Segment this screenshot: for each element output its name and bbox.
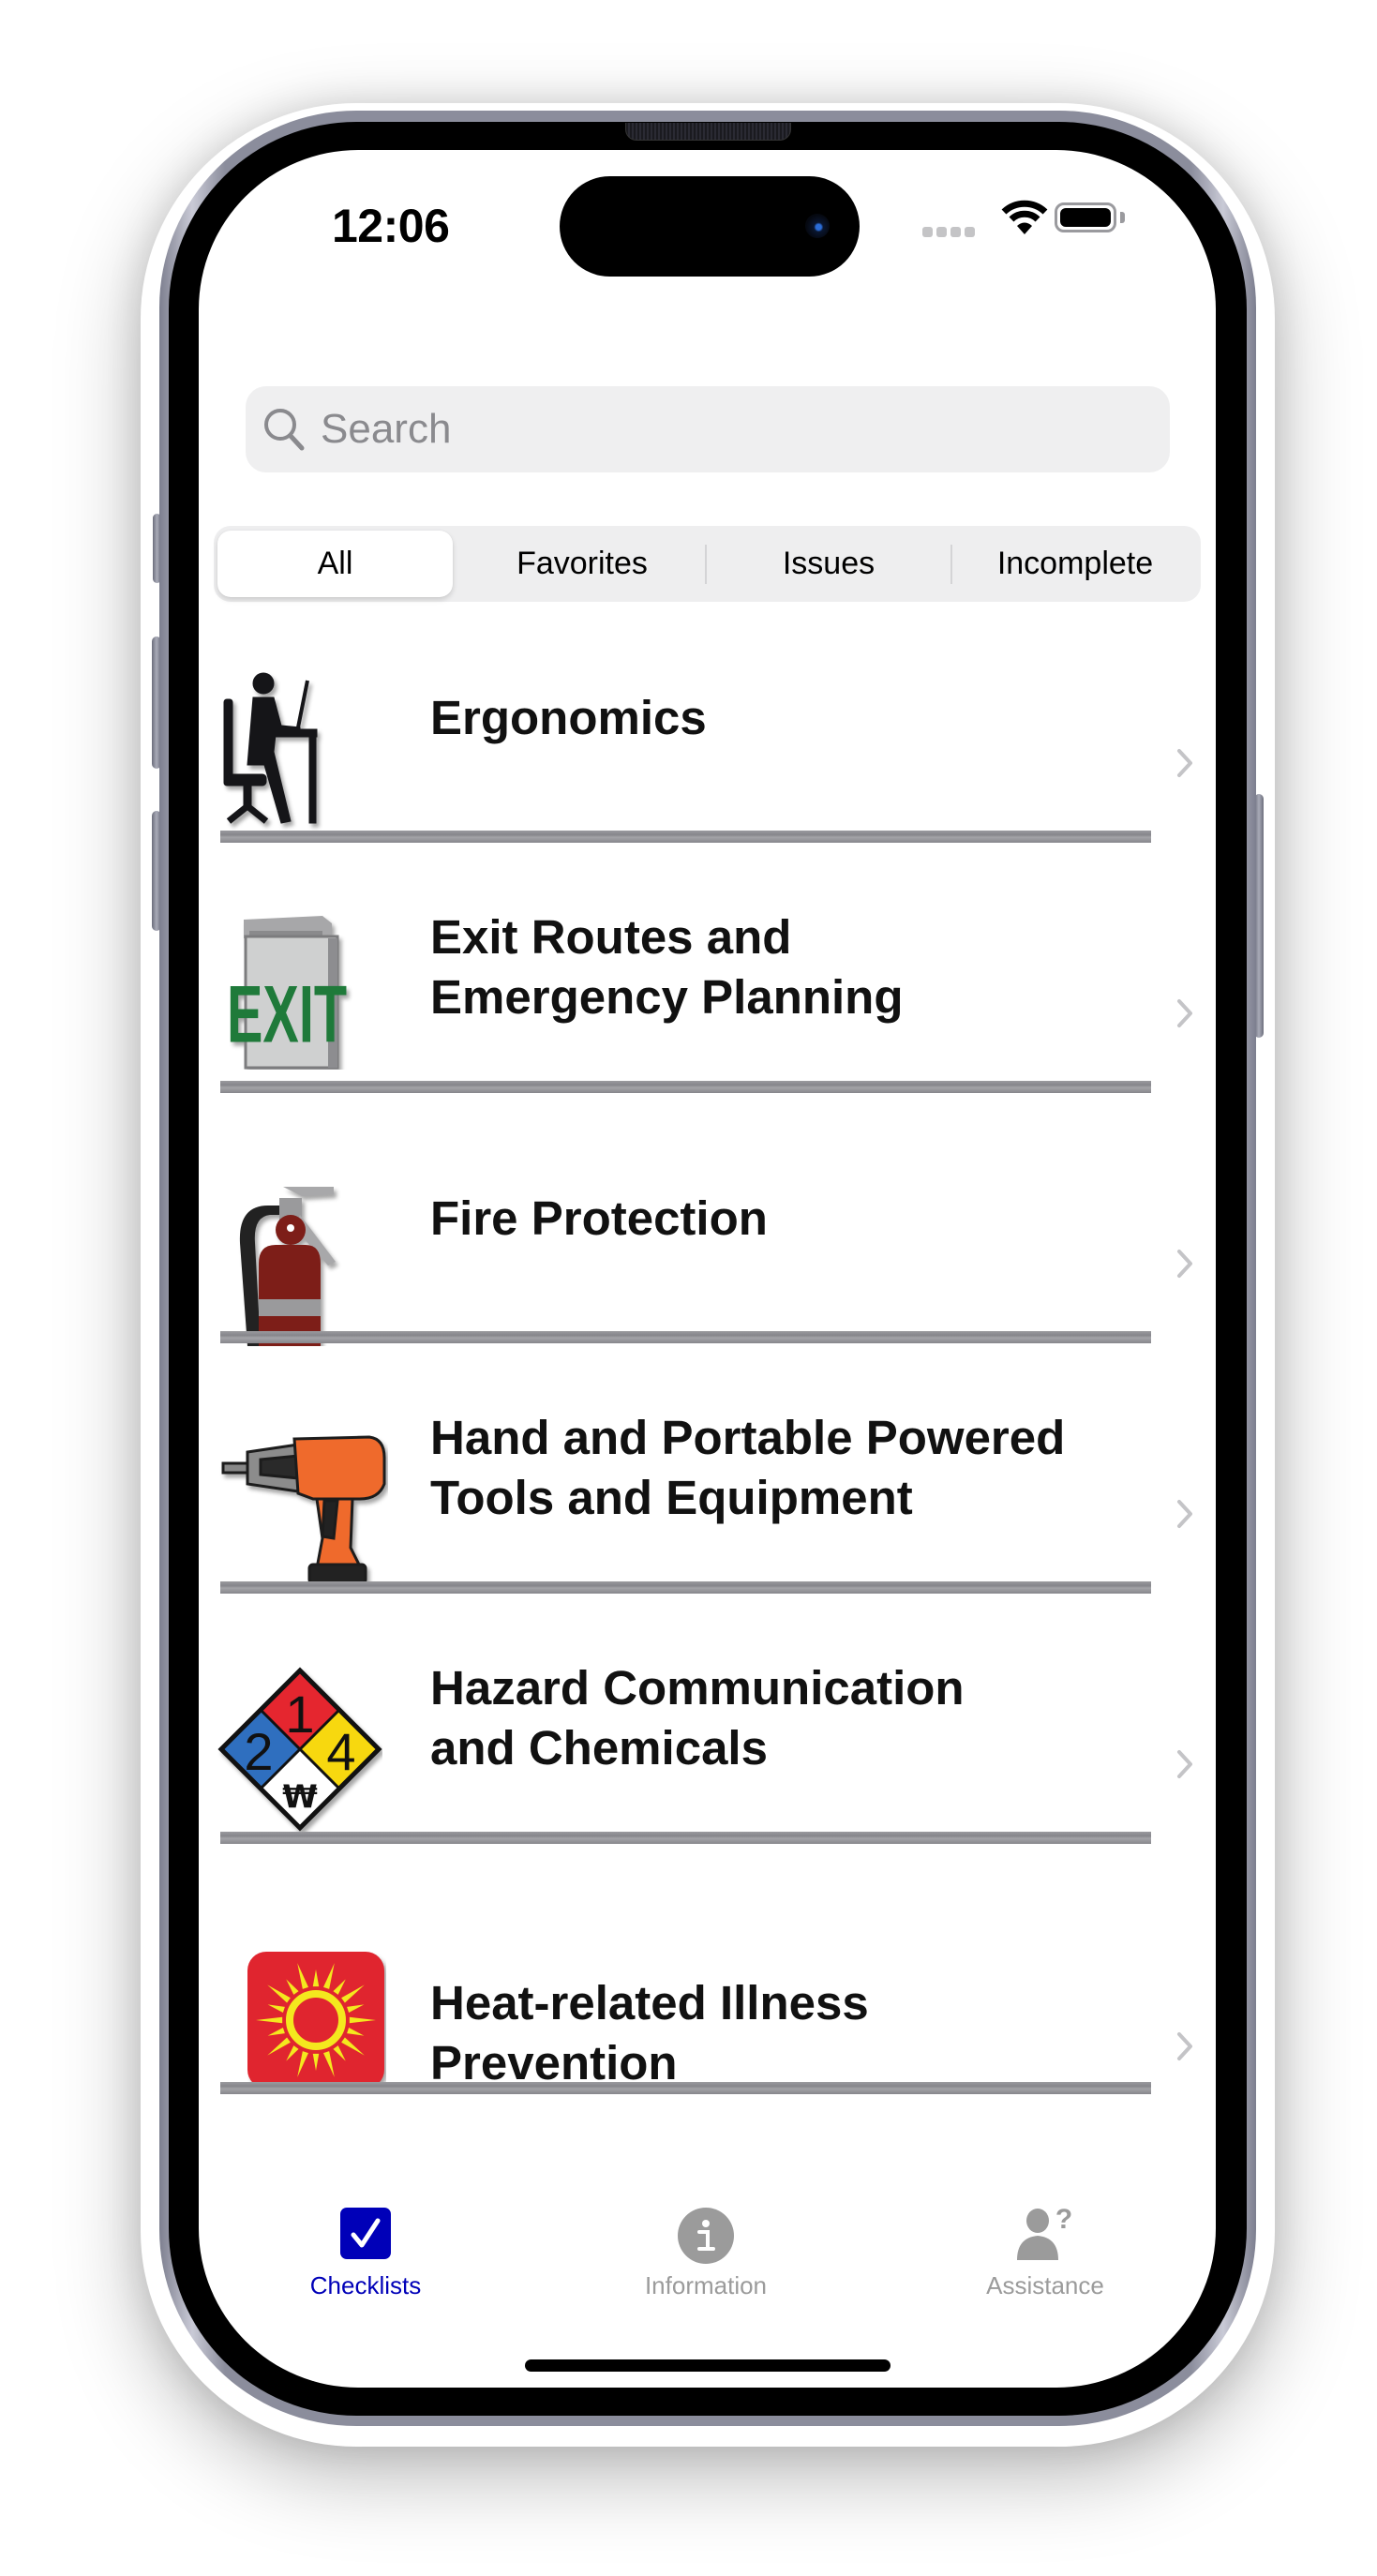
search-icon xyxy=(264,409,305,451)
svg-text:?: ? xyxy=(1055,2208,1072,2235)
row-divider xyxy=(220,2082,1151,2094)
checklist-row-fire-protection[interactable]: Fire Protection xyxy=(199,1093,1216,1346)
exit-sign-icon: EXIT xyxy=(227,916,347,1070)
checklist-row-ergonomics[interactable]: Ergonomics xyxy=(199,592,1216,843)
checklist-row-hazard-communication[interactable]: 1 2 4 ₩ Hazard Communication and Chemica… xyxy=(199,1594,1216,1844)
battery-tip xyxy=(1120,212,1125,223)
chevron-right-icon xyxy=(1177,999,1192,1027)
chevron-right-icon xyxy=(1177,749,1192,777)
segment-issues[interactable]: Issues xyxy=(707,531,950,597)
signal-dots-icon xyxy=(922,225,979,242)
checklist-row-heat-illness[interactable]: Heat-related Illness Prevention xyxy=(199,1844,1216,2094)
tab-label: Checklists xyxy=(309,2271,422,2299)
segment-label: Issues xyxy=(782,546,876,581)
row-divider xyxy=(220,831,1151,843)
nfpa-diamond-icon: 1 2 4 ₩ xyxy=(217,1667,382,1832)
segment-label: Incomplete xyxy=(996,546,1154,581)
home-indicator[interactable] xyxy=(525,2359,891,2372)
tab-information[interactable]: Information xyxy=(584,2208,828,2329)
info-circle-icon xyxy=(678,2208,734,2264)
checklist-title: Hazard Communication and Chemicals xyxy=(430,1661,965,1775)
filter-segmented-control: All Favorites Issues Incomplete xyxy=(214,526,1201,602)
battery-icon xyxy=(1055,202,1116,232)
chevron-right-icon xyxy=(1177,2032,1192,2060)
segment-incomplete[interactable]: Incomplete xyxy=(952,531,1198,597)
nfpa-special: ₩ xyxy=(282,1778,318,1816)
checklist-title: Exit Routes and Emergency Planning xyxy=(430,910,904,1024)
nfpa-flammability: 1 xyxy=(285,1685,314,1744)
nfpa-health: 2 xyxy=(244,1722,273,1781)
tab-checklists[interactable]: Checklists xyxy=(244,2208,487,2329)
chevron-right-icon xyxy=(1177,1500,1192,1528)
row-divider xyxy=(220,1331,1151,1343)
dynamic-island xyxy=(560,176,860,277)
wifi-icon xyxy=(1001,200,1048,234)
phone-screen: 12:06 All Favorites Issues Incomplete xyxy=(199,150,1216,2388)
checkbox-icon xyxy=(340,2208,391,2259)
row-divider xyxy=(220,1081,1151,1093)
chevron-right-icon xyxy=(1177,1750,1192,1778)
checklist-title: Fire Protection xyxy=(430,1191,768,1245)
svg-text:EXIT: EXIT xyxy=(227,969,347,1059)
tab-label: Information xyxy=(644,2271,768,2299)
tab-label: Assistance xyxy=(986,2271,1104,2299)
segment-label: Favorites xyxy=(516,546,648,581)
nfpa-instability: 4 xyxy=(326,1722,355,1781)
chevron-right-icon xyxy=(1177,1250,1192,1278)
checklist-row-exit-routes[interactable]: EXIT Exit Routes and Emergency Planning xyxy=(199,843,1216,1093)
row-divider xyxy=(220,1832,1151,1844)
person-at-desk-icon xyxy=(223,672,318,824)
front-camera-icon xyxy=(805,214,830,238)
tab-assistance[interactable]: ? Assistance xyxy=(923,2208,1167,2329)
segment-favorites[interactable]: Favorites xyxy=(459,531,705,597)
search-input[interactable] xyxy=(321,386,1145,472)
checklist-title: Heat-related Illness Prevention xyxy=(430,1976,869,2089)
checklist-row-hand-tools[interactable]: Hand and Portable Powered Tools and Equi… xyxy=(199,1343,1216,1594)
status-time: 12:06 xyxy=(332,200,450,252)
sun-icon xyxy=(247,1952,384,2089)
person-question-icon: ? xyxy=(1017,2208,1072,2260)
checklist-title: Ergonomics xyxy=(430,691,707,744)
segment-all[interactable]: All xyxy=(217,531,453,597)
checklist-title: Hand and Portable Powered Tools and Equi… xyxy=(430,1411,1066,1524)
earpiece-speaker xyxy=(625,123,791,141)
power-drill-icon xyxy=(221,1435,386,1585)
segment-label: All xyxy=(317,546,353,581)
fire-extinguisher-icon xyxy=(239,1187,336,1346)
row-divider xyxy=(220,1581,1151,1594)
search-bar[interactable] xyxy=(246,386,1170,472)
